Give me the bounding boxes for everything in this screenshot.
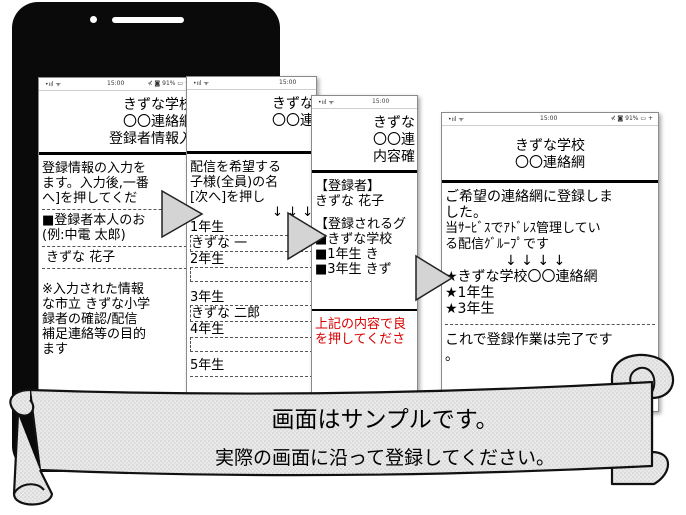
banner-subtitle: 実際の画面に沿って登録してください。: [215, 447, 555, 469]
notice-scroll-banner: [9, 353, 674, 506]
banner-title: 画面はサンプルです。: [271, 407, 499, 433]
